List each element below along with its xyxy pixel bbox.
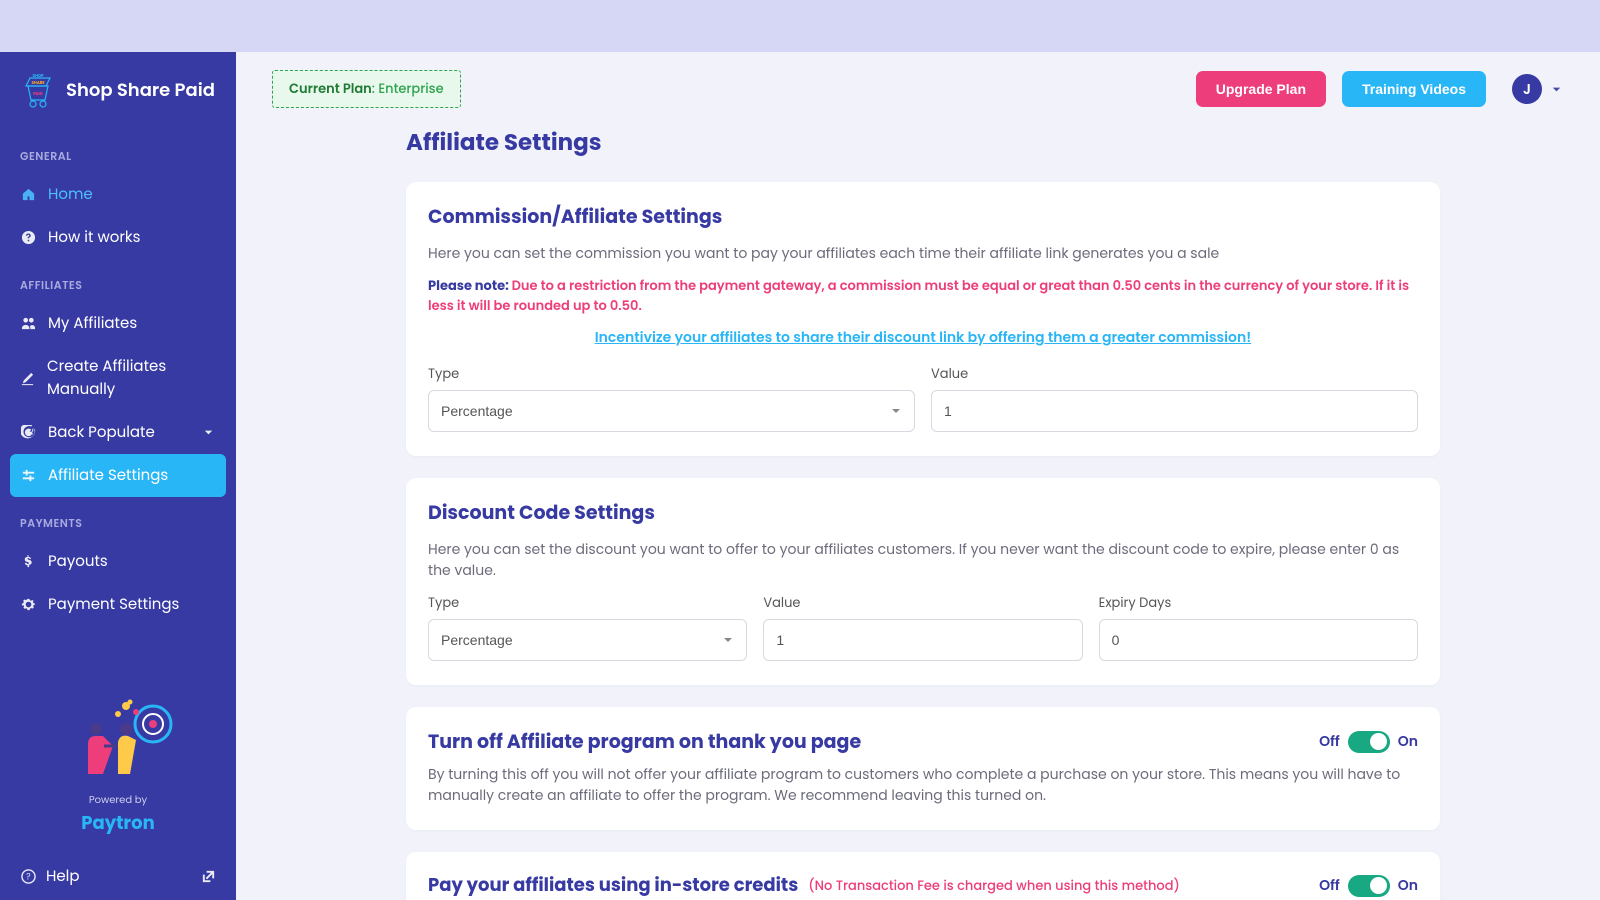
sidebar-item-back-populate[interactable]: Back Populate <box>10 411 226 454</box>
card-commission-settings: Commission/Affiliate Settings Here you c… <box>406 182 1440 456</box>
commission-value-label: Value <box>931 364 1418 384</box>
card-desc: Here you can set the discount you want t… <box>428 539 1418 581</box>
sidebar: SHOP SHARE PAID Shop Share Paid GENERAL Ho… <box>0 52 236 900</box>
users-icon <box>20 316 36 332</box>
sidebar-item-label: My Affiliates <box>48 312 137 335</box>
page-title: Affiliate Settings <box>406 126 1440 160</box>
discount-type-select[interactable]: Percentage <box>428 619 747 661</box>
nav-heading-payments: PAYMENTS <box>10 507 226 540</box>
topbar: Current Plan: Enterprise Upgrade Plan Tr… <box>236 52 1600 126</box>
commission-value-input[interactable] <box>931 390 1418 432</box>
sidebar-illustration <box>48 694 188 784</box>
sidebar-item-label: Back Populate <box>48 421 155 444</box>
sidebar-item-label: Create Affiliates Manually <box>47 355 216 401</box>
question-icon <box>20 230 36 246</box>
discount-value-input[interactable] <box>763 619 1082 661</box>
nav-heading-general: GENERAL <box>10 140 226 173</box>
upgrade-plan-button[interactable]: Upgrade Plan <box>1196 71 1326 107</box>
sidebar-item-payment-settings[interactable]: Payment Settings <box>10 583 226 626</box>
card-note: Please note: Due to a restriction from t… <box>428 276 1418 315</box>
sidebar-item-affiliate-settings[interactable]: Affiliate Settings <box>10 454 226 497</box>
nav-heading-affiliates: AFFILIATES <box>10 269 226 302</box>
sidebar-item-label: Payment Settings <box>48 593 179 616</box>
plan-label: Current Plan <box>289 79 372 98</box>
card-title: Commission/Affiliate Settings <box>428 202 1418 231</box>
card-desc: Here you can set the commission you want… <box>428 243 1418 264</box>
training-videos-button[interactable]: Training Videos <box>1342 71 1486 107</box>
sidebar-item-label: How it works <box>48 226 141 249</box>
sidebar-item-my-affiliates[interactable]: My Affiliates <box>10 302 226 345</box>
sidebar-item-label: Payouts <box>48 550 108 573</box>
help-circle-icon: ? <box>20 869 36 885</box>
payment-provider-name: Paytron <box>16 810 220 837</box>
home-icon <box>20 187 36 203</box>
sidebar-item-label: Affiliate Settings <box>48 464 168 487</box>
card-payment-method: Pay your affiliates using in-store credi… <box>406 852 1440 900</box>
toggle-off-label: Off <box>1319 731 1340 752</box>
svg-text:?: ? <box>26 870 31 882</box>
card-desc: By turning this off you will not offer y… <box>428 764 1418 806</box>
dollar-icon <box>20 554 36 570</box>
svg-text:PAID: PAID <box>33 92 43 97</box>
sidebar-item-help[interactable]: ? Help <box>0 853 236 900</box>
card-title-credits: Pay your affiliates using in-store credi… <box>428 872 798 899</box>
plan-badge: Current Plan: Enterprise <box>272 70 461 108</box>
expiry-days-input[interactable] <box>1099 619 1418 661</box>
refresh-icon <box>20 425 36 441</box>
powered-by-label: Powered by <box>16 792 220 808</box>
plan-value: : Enterprise <box>372 79 444 98</box>
incentive-link[interactable]: Incentivize your affiliates to share the… <box>428 327 1418 348</box>
discount-value-label: Value <box>763 593 1082 613</box>
card-title: Discount Code Settings <box>428 498 1418 527</box>
no-fee-note: (No Transaction Fee is charged when usin… <box>808 876 1180 896</box>
sliders-icon <box>20 468 36 484</box>
commission-type-select[interactable]: Percentage <box>428 390 915 432</box>
sidebar-item-home[interactable]: Home <box>10 173 226 216</box>
brand: SHOP SHARE PAID Shop Share Paid <box>0 70 236 130</box>
toggle-off-label: Off <box>1319 875 1340 896</box>
toggle-on-label: On <box>1398 875 1418 896</box>
brand-name: Shop Share Paid <box>66 77 215 104</box>
toggle-on-label: On <box>1398 731 1418 752</box>
avatar: J <box>1512 74 1542 104</box>
external-link-icon <box>200 869 216 885</box>
sidebar-item-create-affiliates[interactable]: Create Affiliates Manually <box>10 345 226 411</box>
expiry-days-label: Expiry Days <box>1099 593 1418 613</box>
credits-toggle[interactable] <box>1348 875 1390 897</box>
brand-logo-icon: SHOP SHARE PAID <box>18 70 58 110</box>
discount-type-label: Type <box>428 593 747 613</box>
card-discount-settings: Discount Code Settings Here you can set … <box>406 478 1440 685</box>
commission-type-label: Type <box>428 364 915 384</box>
edit-icon <box>20 370 35 386</box>
main: Current Plan: Enterprise Upgrade Plan Tr… <box>236 52 1600 900</box>
card-thankyou-toggle: Turn off Affiliate program on thank you … <box>406 707 1440 830</box>
card-title: Turn off Affiliate program on thank you … <box>428 727 861 756</box>
svg-text:SHOP: SHOP <box>32 74 44 79</box>
user-menu[interactable]: J <box>1512 74 1564 104</box>
chevron-down-icon <box>1548 81 1564 97</box>
help-label: Help <box>46 865 80 888</box>
svg-text:SHARE: SHARE <box>31 81 44 86</box>
sidebar-item-label: Home <box>48 183 93 206</box>
sidebar-item-how-it-works[interactable]: How it works <box>10 216 226 259</box>
thankyou-toggle[interactable] <box>1348 731 1390 753</box>
chevron-down-icon <box>200 425 216 441</box>
sidebar-item-payouts[interactable]: Payouts <box>10 540 226 583</box>
gear-icon <box>20 597 36 613</box>
